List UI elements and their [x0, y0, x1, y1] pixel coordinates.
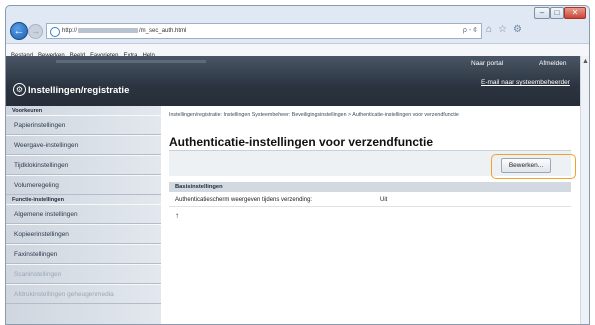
section-header: Basisinstellingen — [169, 182, 571, 192]
sidebar-item-algemeen[interactable]: Algemene instellingen — [6, 204, 161, 224]
back-button[interactable]: ← — [10, 22, 28, 40]
sidebar-item-volume[interactable]: Volumeregeling — [6, 175, 161, 195]
sidebar-section-preferences: Voorkeuren — [12, 108, 43, 114]
redacted-host — [78, 27, 139, 33]
redacted-device-name — [56, 60, 206, 63]
url-field[interactable]: http:///m_sec_auth.html ρ - ¢ — [46, 23, 482, 39]
url-controls[interactable]: ρ - ¢ — [463, 24, 477, 38]
scrollbar[interactable]: ▲ — [580, 56, 589, 324]
title-bar: – □ ✕ — [6, 6, 589, 20]
settings-row: Authenticatiescherm weergeven tijdens ve… — [169, 194, 571, 207]
sidebar-item-fax[interactable]: Faxinstellingen — [6, 244, 161, 264]
breadcrumb: Instellingen/registratie: Instellingen S… — [169, 112, 459, 118]
maximize-button[interactable]: □ — [550, 7, 564, 19]
page-header: Naar portal Afmelden E-mail naar systeem… — [6, 56, 580, 106]
sidebar: Voorkeuren Papierinstellingen Weergave-i… — [6, 106, 161, 324]
setting-value: Uit — [380, 197, 388, 203]
forward-arrow-icon: → — [31, 26, 40, 36]
close-button[interactable]: ✕ — [564, 7, 586, 19]
sidebar-item-papier[interactable]: Papierinstellingen — [6, 115, 161, 135]
page-header-title: Instellingen/registratie — [28, 85, 130, 96]
sidebar-section-functions: Functie-instellingen — [12, 197, 64, 203]
sidebar-item-afdruk-geheugen[interactable]: Afdrukinstellingen geheugenmedia — [6, 284, 161, 304]
browser-window: – □ ✕ ← → http:///m_sec_auth.html ρ - ¢ … — [5, 5, 590, 325]
page-title: Authenticatie-instellingen voor verzendf… — [169, 135, 434, 149]
sidebar-item-tijdklok[interactable]: Tijdklokinstellingen — [6, 155, 161, 175]
portal-link[interactable]: Naar portal — [471, 60, 503, 67]
back-arrow-icon: ← — [13, 25, 25, 37]
logout-link[interactable]: Afmelden — [539, 60, 566, 67]
action-toolbar: Bewerken... — [169, 151, 571, 176]
home-icon[interactable]: ⌂ — [486, 24, 498, 35]
gear-icon[interactable]: ⚙ — [513, 24, 528, 35]
minimize-button[interactable]: – — [534, 7, 550, 19]
sidebar-item-weergave[interactable]: Weergave-instellingen — [6, 135, 161, 155]
main-content: Instellingen/registratie: Instellingen S… — [161, 106, 580, 324]
menu-bar: BestandBewerkenBeeldFavorietenExtraHelp — [6, 43, 589, 59]
back-to-top-icon[interactable]: ↑ — [175, 211, 179, 220]
edit-button[interactable]: Bewerken... — [501, 158, 551, 173]
forward-button[interactable]: → — [28, 24, 43, 39]
address-bar: ← → http:///m_sec_auth.html ρ - ¢ ⌂☆⚙ — [6, 19, 589, 43]
browser-icons: ⌂☆⚙ — [486, 24, 528, 35]
sidebar-item-scan[interactable]: Scaninstellingen — [6, 264, 161, 284]
page-favicon-icon — [50, 27, 60, 37]
email-admin-link[interactable]: E-mail naar systeembeheerder — [481, 79, 570, 86]
settings-icon: ⚙ — [13, 83, 26, 96]
setting-label: Authenticatiescherm weergeven tijdens ve… — [175, 197, 313, 203]
sidebar-item-kopieer[interactable]: Kopieerinstellingen — [6, 224, 161, 244]
star-icon[interactable]: ☆ — [498, 24, 513, 35]
url-text: http:///m_sec_auth.html — [62, 27, 187, 34]
scroll-up-icon[interactable]: ▲ — [582, 58, 589, 65]
